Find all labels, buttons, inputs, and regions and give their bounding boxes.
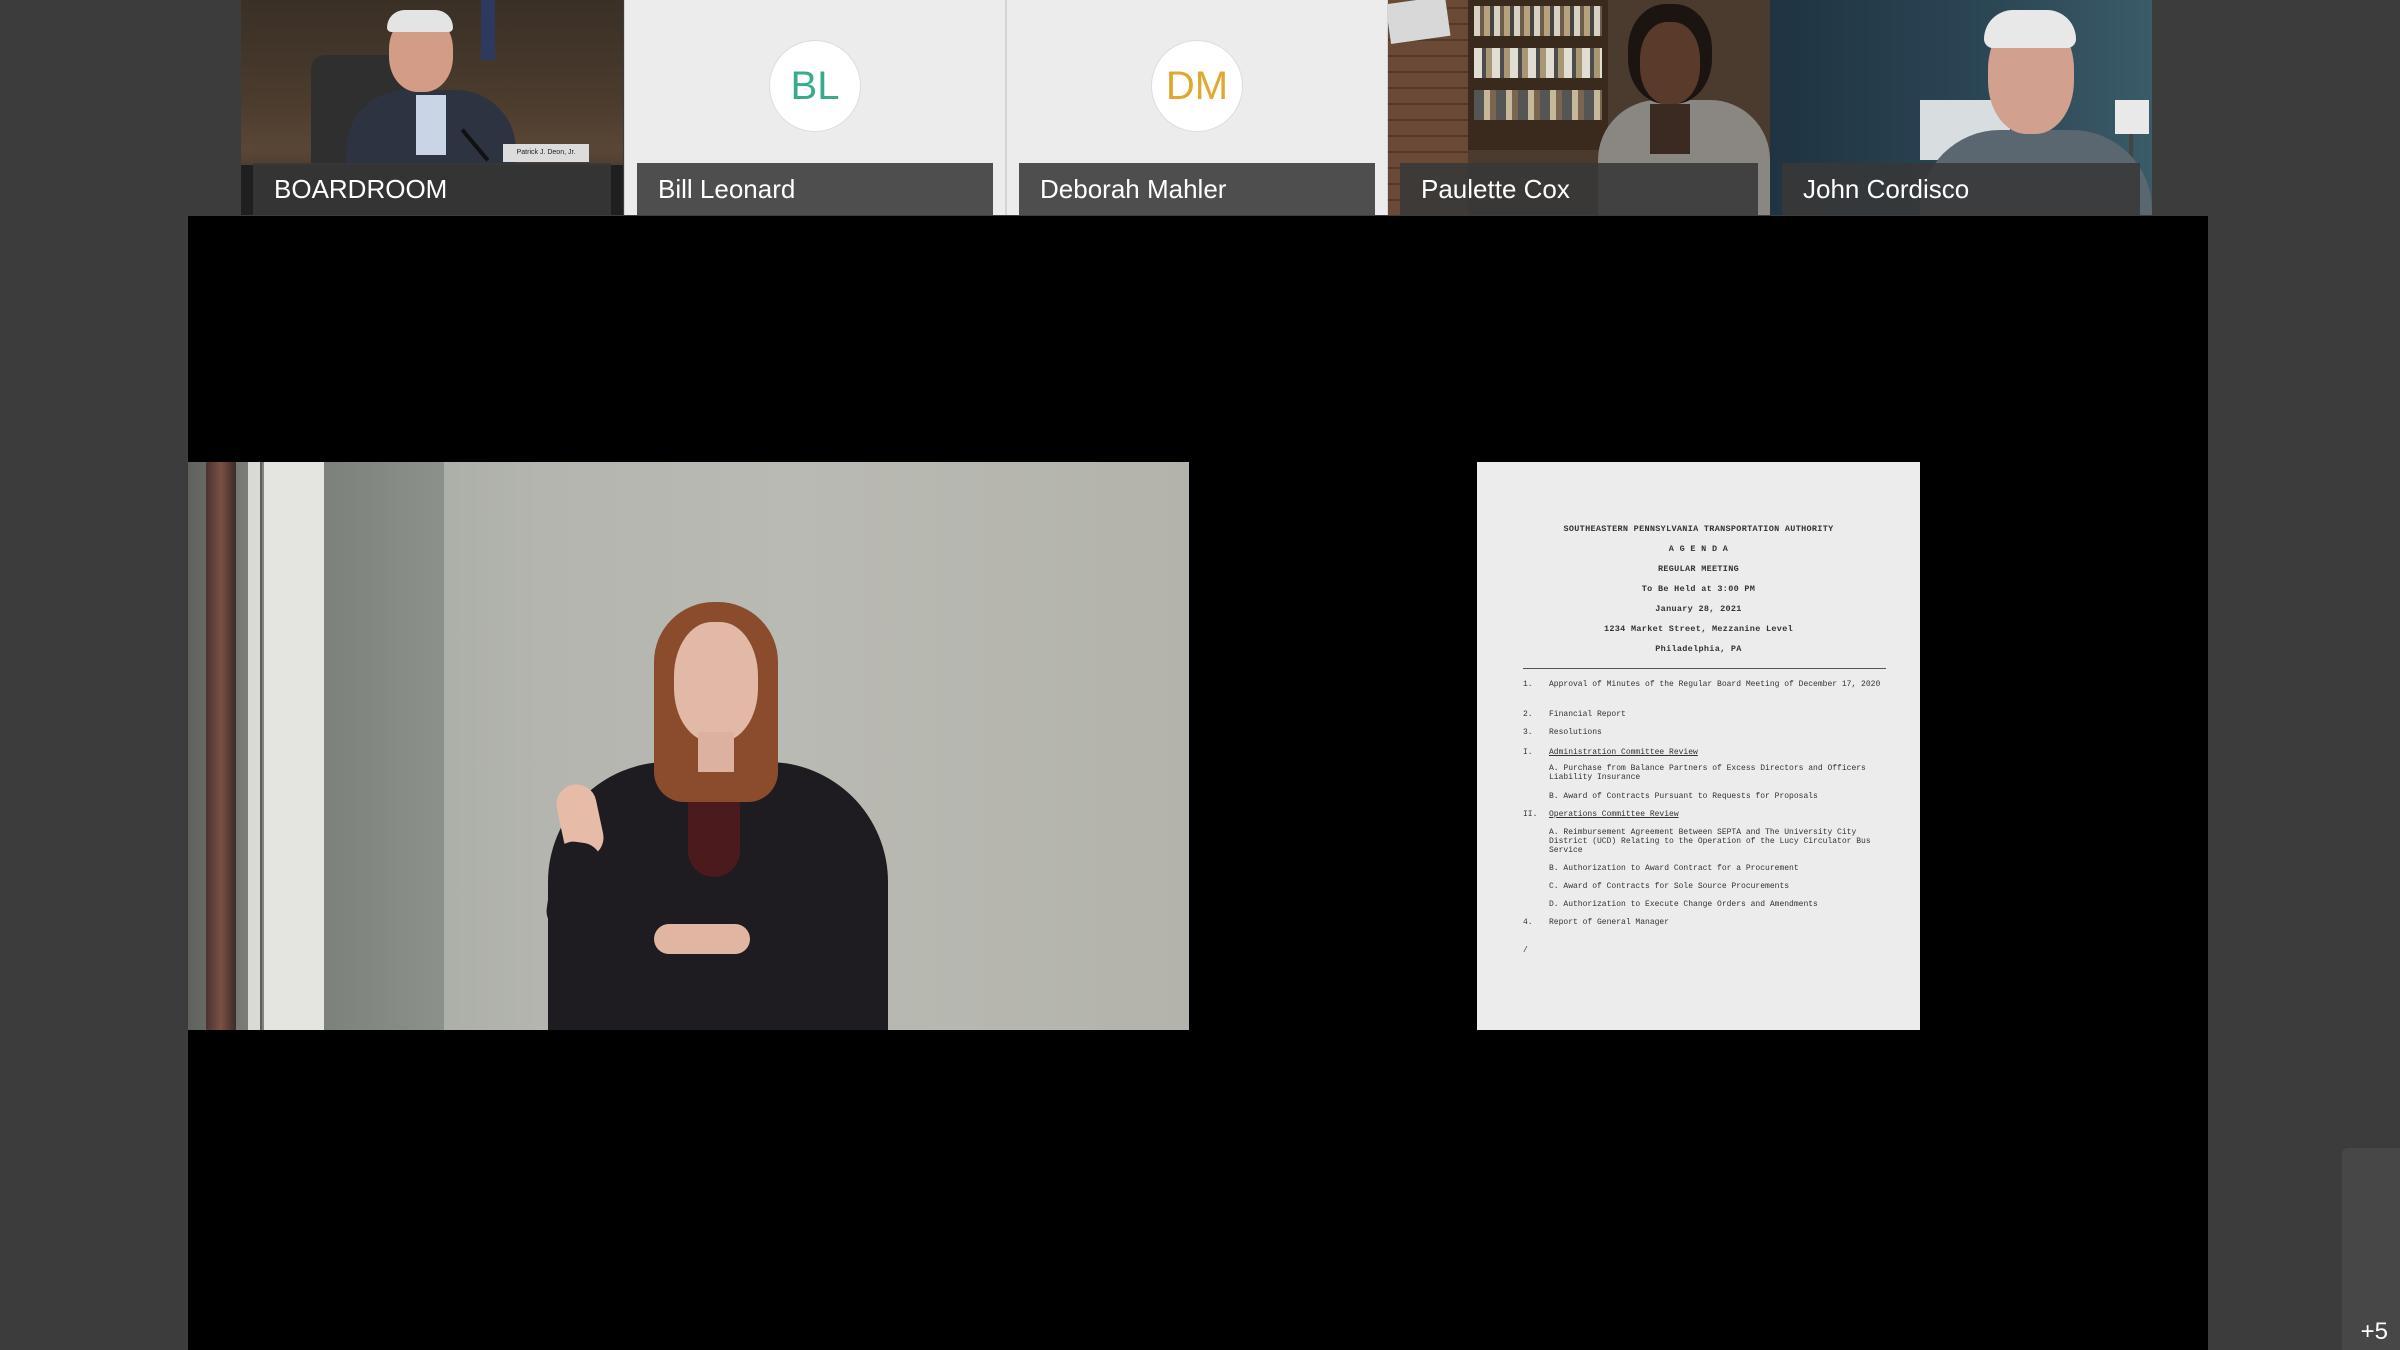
agenda-item-number: 1. (1523, 680, 1533, 689)
main-stage: SOUTHEASTERN PENNSYLVANIA TRANSPORTATION… (188, 216, 2208, 1350)
more-participants-count: +5 (2360, 1318, 2388, 1345)
agenda-item-number: 3. (1523, 728, 1533, 737)
doc-meeting-address: 1234 Market Street, Mezzanine Level (1603, 624, 1794, 634)
sign-language-interpreter-video[interactable] (188, 462, 1189, 1030)
avatar: BL (769, 40, 861, 132)
shared-agenda-document[interactable]: SOUTHEASTERN PENNSYLVANIA TRANSPORTATION… (1477, 462, 1920, 1030)
agenda-item-number: I. (1523, 748, 1533, 757)
agenda-subitem: A. Reimbursement Agreement Between SEPTA… (1549, 828, 1871, 855)
agenda-item-number: 2. (1523, 710, 1533, 719)
participant-name: John Cordisco (1782, 163, 2140, 215)
agenda-subitem: D. Authorization to Execute Change Order… (1549, 900, 1818, 909)
doc-meeting-date: January 28, 2021 (1655, 604, 1742, 614)
doc-org-title: SOUTHEASTERN PENNSYLVANIA TRANSPORTATION… (1563, 524, 1834, 534)
participant-name: BOARDROOM (253, 163, 611, 215)
participant-tile-deborah-mahler[interactable]: DM Deborah Mahler (1006, 0, 1388, 215)
agenda-item-number: 4. (1523, 918, 1533, 927)
agenda-section-heading: Administration Committee Review (1549, 748, 1698, 757)
participant-name: Bill Leonard (637, 163, 993, 215)
agenda-item: Financial Report (1549, 710, 1626, 719)
agenda-subitem: B. Authorization to Award Contract for a… (1549, 864, 1799, 873)
participant-name: Paulette Cox (1400, 163, 1758, 215)
participant-tile-bill-leonard[interactable]: BL Bill Leonard (624, 0, 1006, 215)
participant-tile-john-cordisco[interactable]: John Cordisco (1770, 0, 2152, 215)
participant-tile-paulette-cox[interactable]: Paulette Cox (1388, 0, 1770, 215)
agenda-section-heading: Operations Committee Review (1549, 810, 1679, 819)
doc-page-mark: / (1523, 946, 1528, 955)
more-participants-button[interactable]: +5 (2342, 1148, 2400, 1350)
agenda-item: Resolutions (1549, 728, 1602, 737)
agenda-item: Approval of Minutes of the Regular Board… (1549, 680, 1881, 689)
agenda-subitem: B. Award of Contracts Pursuant to Reques… (1549, 792, 1818, 801)
agenda-subitem: C. Award of Contracts for Sole Source Pr… (1549, 882, 1790, 891)
agenda-item: Report of General Manager (1549, 918, 1670, 927)
speaker-nameplate: Patrick J. Deon, Jr. (503, 144, 589, 162)
participant-name: Deborah Mahler (1019, 163, 1375, 215)
doc-meeting-city: Philadelphia, PA (1655, 644, 1742, 654)
doc-divider (1523, 668, 1886, 669)
doc-agenda-heading: A G E N D A (1668, 544, 1729, 554)
participant-tile-boardroom[interactable]: Patrick J. Deon, Jr. BOARDROOM (241, 0, 623, 215)
avatar: DM (1151, 40, 1243, 132)
agenda-subitem: A. Purchase from Balance Partners of Exc… (1549, 764, 1866, 782)
doc-meeting-time: To Be Held at 3:00 PM (1641, 584, 1756, 594)
doc-meeting-type: REGULAR MEETING (1657, 564, 1739, 574)
agenda-item-number: II. (1523, 810, 1538, 819)
